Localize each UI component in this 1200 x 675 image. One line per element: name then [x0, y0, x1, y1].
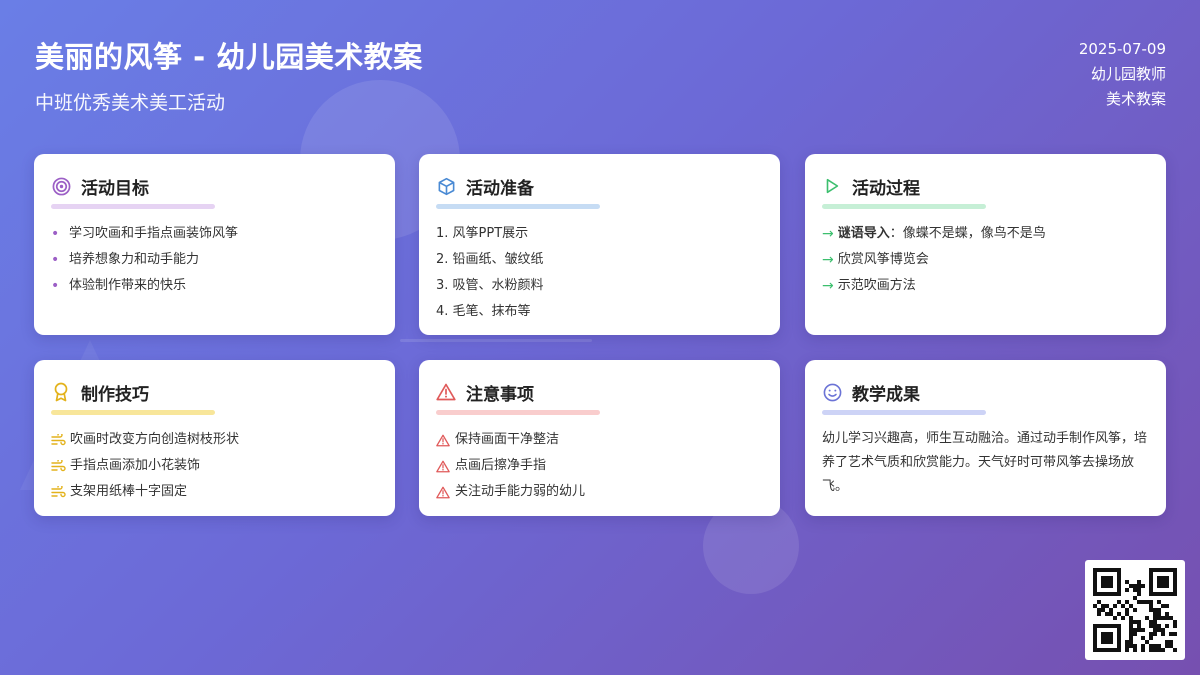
- card-tips: 制作技巧 吹画时改变方向创造树枝形状 手指点画添加小花装饰 支架用纸棒十字固定: [34, 360, 395, 516]
- card-process: 活动过程 → 谜语导入 ：像蝶不是蝶，像鸟不是鸟 → 欣赏风筝博览会 → 示范吹画方法: [805, 154, 1166, 335]
- card-title: 注意事项: [466, 384, 534, 405]
- arrow-right-icon: →: [822, 226, 834, 242]
- arrow-right-icon: →: [822, 278, 834, 294]
- category-text: 美术教案: [1105, 90, 1166, 108]
- page-subtitle: 中班优秀美术美工活动: [35, 92, 226, 114]
- list-item: 手指点画添加小花装饰: [51, 453, 379, 479]
- list-item: 1. 风筝PPT展示: [436, 226, 529, 241]
- card-title: 制作技巧: [81, 384, 149, 405]
- list-item: 4. 毛笔、抹布等: [436, 304, 531, 319]
- header-meta: 2025-07-09 幼儿园教师 美术教案: [1079, 37, 1166, 112]
- cube-icon: [436, 176, 456, 196]
- title-underline: [51, 410, 215, 415]
- title-underline: [436, 204, 600, 209]
- card-prep: 活动准备 1. 风筝PPT展示 2. 铅画纸、皱纹纸 3. 吸管、水粉颜料 4.…: [419, 154, 780, 335]
- smile-icon: [822, 382, 842, 402]
- page-title: 美丽的风筝 - 幼儿园美术教案: [35, 40, 423, 74]
- list-item: 支架用纸棒十字固定: [51, 479, 379, 505]
- award-icon: [51, 382, 71, 402]
- card-goals: 活动目标 • 学习吹画和手指点画装饰风筝 • 培养想象力和动手能力 • 体验制作带来的…: [34, 154, 395, 335]
- wind-icon: [51, 460, 66, 472]
- card-title: 活动准备: [466, 178, 534, 199]
- list-item: 吹画时改变方向创造树枝形状: [51, 427, 379, 453]
- card-title: 活动过程: [852, 178, 920, 199]
- target-icon: [51, 176, 71, 196]
- warning-icon: [436, 460, 450, 473]
- play-icon: [822, 176, 842, 196]
- list-item: → 示范吹画方法: [822, 273, 1150, 299]
- qr-code[interactable]: [1085, 560, 1185, 660]
- decor-line: [400, 339, 592, 342]
- list-item: 3. 吸管、水粉颜料: [436, 278, 544, 293]
- wind-icon: [51, 434, 66, 446]
- list-item: • 培养想象力和动手能力: [51, 252, 200, 268]
- author-text: 幼儿园教师: [1090, 65, 1166, 83]
- card-title: 活动目标: [81, 178, 149, 199]
- date-text: 2025-07-09: [1078, 40, 1166, 58]
- results-text: 幼儿学习兴趣高，师生互动融洽。通过动手制作风筝，培养了艺术气质和欣赏能力。天气好…: [822, 431, 1148, 494]
- list-item: → 谜语导入 ：像蝶不是蝶，像鸟不是鸟: [822, 221, 1150, 247]
- arrow-right-icon: →: [822, 252, 834, 268]
- card-results: 教学成果 幼儿学习兴趣高，师生互动融洽。通过动手制作风筝，培养了艺术气质和欣赏能…: [805, 360, 1166, 516]
- list-item: • 学习吹画和手指点画装饰风筝: [51, 226, 239, 242]
- list-item: 保持画面干净整洁: [436, 427, 764, 453]
- header: 美丽的风筝 - 幼儿园美术教案 中班优秀美术美工活动: [35, 34, 423, 115]
- title-underline: [51, 204, 215, 209]
- title-underline: [822, 204, 986, 209]
- warning-icon: [436, 434, 450, 447]
- list-item: 点画后擦净手指: [436, 453, 764, 479]
- list-item: 关注动手能力弱的幼儿: [436, 479, 764, 505]
- wind-icon: [51, 486, 66, 498]
- card-notes: 注意事项 保持画面干净整洁 点画后擦净手指 关注动手能力弱的幼儿: [419, 360, 780, 516]
- warning-icon: [436, 382, 456, 402]
- warning-icon: [436, 486, 450, 499]
- title-underline: [822, 410, 986, 415]
- card-title: 教学成果: [852, 384, 920, 405]
- list-item: • 体验制作带来的快乐: [51, 278, 187, 294]
- list-item: → 欣赏风筝博览会: [822, 247, 1150, 273]
- title-underline: [436, 410, 600, 415]
- list-item: 2. 铅画纸、皱纹纸: [436, 252, 544, 267]
